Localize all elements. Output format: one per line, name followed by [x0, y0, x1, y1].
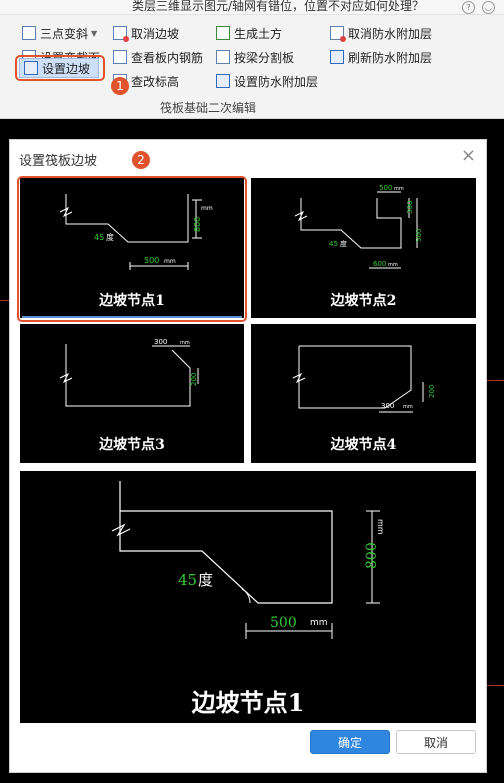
top-help-bar: 类层三维显示图元/轴网有错位，位置不对应如何处理？ ? ◡ — [0, 0, 504, 15]
generate-earthwork-icon — [216, 26, 230, 40]
slope-node-3-label: 边坡节点3 — [99, 437, 165, 453]
background-cad-line — [0, 300, 9, 301]
split-slab-by-beam-icon — [216, 50, 230, 64]
cancel-slope-icon — [113, 26, 129, 42]
background-cad-line — [486, 685, 504, 686]
slope-node-4-tile[interactable]: 300 mm 200 边坡节点4 — [251, 324, 476, 463]
slope-node-3-tile[interactable]: 300 mm 200 边坡节点3 — [20, 324, 244, 463]
generate-earthwork-button[interactable]: 生成土方 — [216, 24, 282, 42]
node2-h1-dim: 300 — [406, 201, 414, 214]
node2-top-unit: mm — [394, 186, 404, 192]
ribbon-group-label: 筏板基础二次编辑 — [160, 101, 257, 115]
cancel-waterproof-layer-button[interactable]: 取消防水附加层 — [330, 24, 432, 42]
refresh-waterproof-layer-icon — [330, 50, 344, 64]
three-point-slope-icon — [22, 26, 36, 40]
node4-height-dim: 200 — [428, 385, 436, 398]
set-slope-dialog: 设置筏板边坡 × 2 800 mm 500 mm 45 度 边坡节点1 500 … — [9, 139, 487, 773]
cancel-waterproof-layer-icon — [330, 26, 346, 42]
preview-angle-unit: 度 — [198, 571, 213, 589]
dropdown-arrow-icon[interactable]: ▼ — [91, 29, 97, 38]
view-slab-rebar-icon — [113, 50, 127, 64]
help-question-link[interactable]: 类层三维显示图元/轴网有错位，位置不对应如何处理？ — [132, 0, 424, 13]
node2-h2-dim: 500 — [415, 229, 423, 242]
ok-button[interactable]: 确定 — [310, 730, 390, 754]
node3-height-dim: 200 — [190, 373, 198, 386]
preview-label: 边坡节点1 — [191, 688, 305, 717]
cancel-button[interactable]: 取消 — [396, 730, 476, 754]
preview-angle-dim: 45 — [178, 571, 197, 589]
cancel-slope-button[interactable]: 取消边坡 — [113, 24, 179, 42]
set-waterproof-layer-button[interactable]: 设置防水附加层 — [216, 72, 318, 90]
node2-bottom-dim: 600 — [373, 260, 386, 268]
slope-node-2-tile[interactable]: 500 mm 300 500 600 mm 45 度 边坡节点2 — [251, 178, 476, 318]
node2-angle-unit: 度 — [340, 239, 347, 248]
node2-bottom-unit: mm — [388, 262, 398, 268]
node2-top-dim: 500 — [379, 184, 392, 192]
node4-width-dim: 300 — [381, 402, 394, 410]
node3-width-unit: mm — [180, 340, 190, 346]
set-waterproof-layer-icon — [216, 74, 230, 88]
node3-width-dim: 300 — [154, 338, 167, 346]
user-icon[interactable]: ◡ — [482, 1, 495, 14]
help-icon[interactable]: ? — [462, 1, 475, 14]
preview-width-unit: mm — [310, 618, 328, 628]
selected-tile-indicator — [22, 316, 242, 318]
slope-preview-panel: 800 mm 500 mm 45 度 边坡节点1 — [20, 471, 476, 723]
background-cad-line — [486, 380, 504, 381]
view-slab-rebar-button[interactable]: 查看板内钢筋 — [113, 48, 203, 66]
preview-width-dim: 500 — [270, 615, 297, 631]
split-slab-by-beam-button[interactable]: 按梁分割板 — [216, 48, 294, 66]
step1-highlight-frame — [15, 55, 105, 81]
refresh-waterproof-layer-button[interactable]: 刷新防水附加层 — [330, 48, 432, 66]
slope-node-4-label: 边坡节点4 — [330, 437, 397, 453]
dialog-title: 设置筏板边坡 — [19, 154, 98, 169]
selected-tile-frame — [17, 176, 247, 322]
preview-height-dim: 800 — [364, 542, 380, 569]
node2-angle-dim: 45 — [329, 240, 338, 248]
preview-height-unit: mm — [376, 519, 385, 535]
step2-badge: 2 — [132, 151, 150, 169]
three-point-slope-button[interactable]: 三点变斜 ▼ — [22, 24, 97, 42]
node4-width-unit: mm — [403, 404, 413, 410]
step1-badge: 1 — [111, 77, 129, 95]
slope-node-2-label: 边坡节点2 — [330, 293, 397, 309]
close-icon[interactable]: × — [461, 146, 476, 166]
